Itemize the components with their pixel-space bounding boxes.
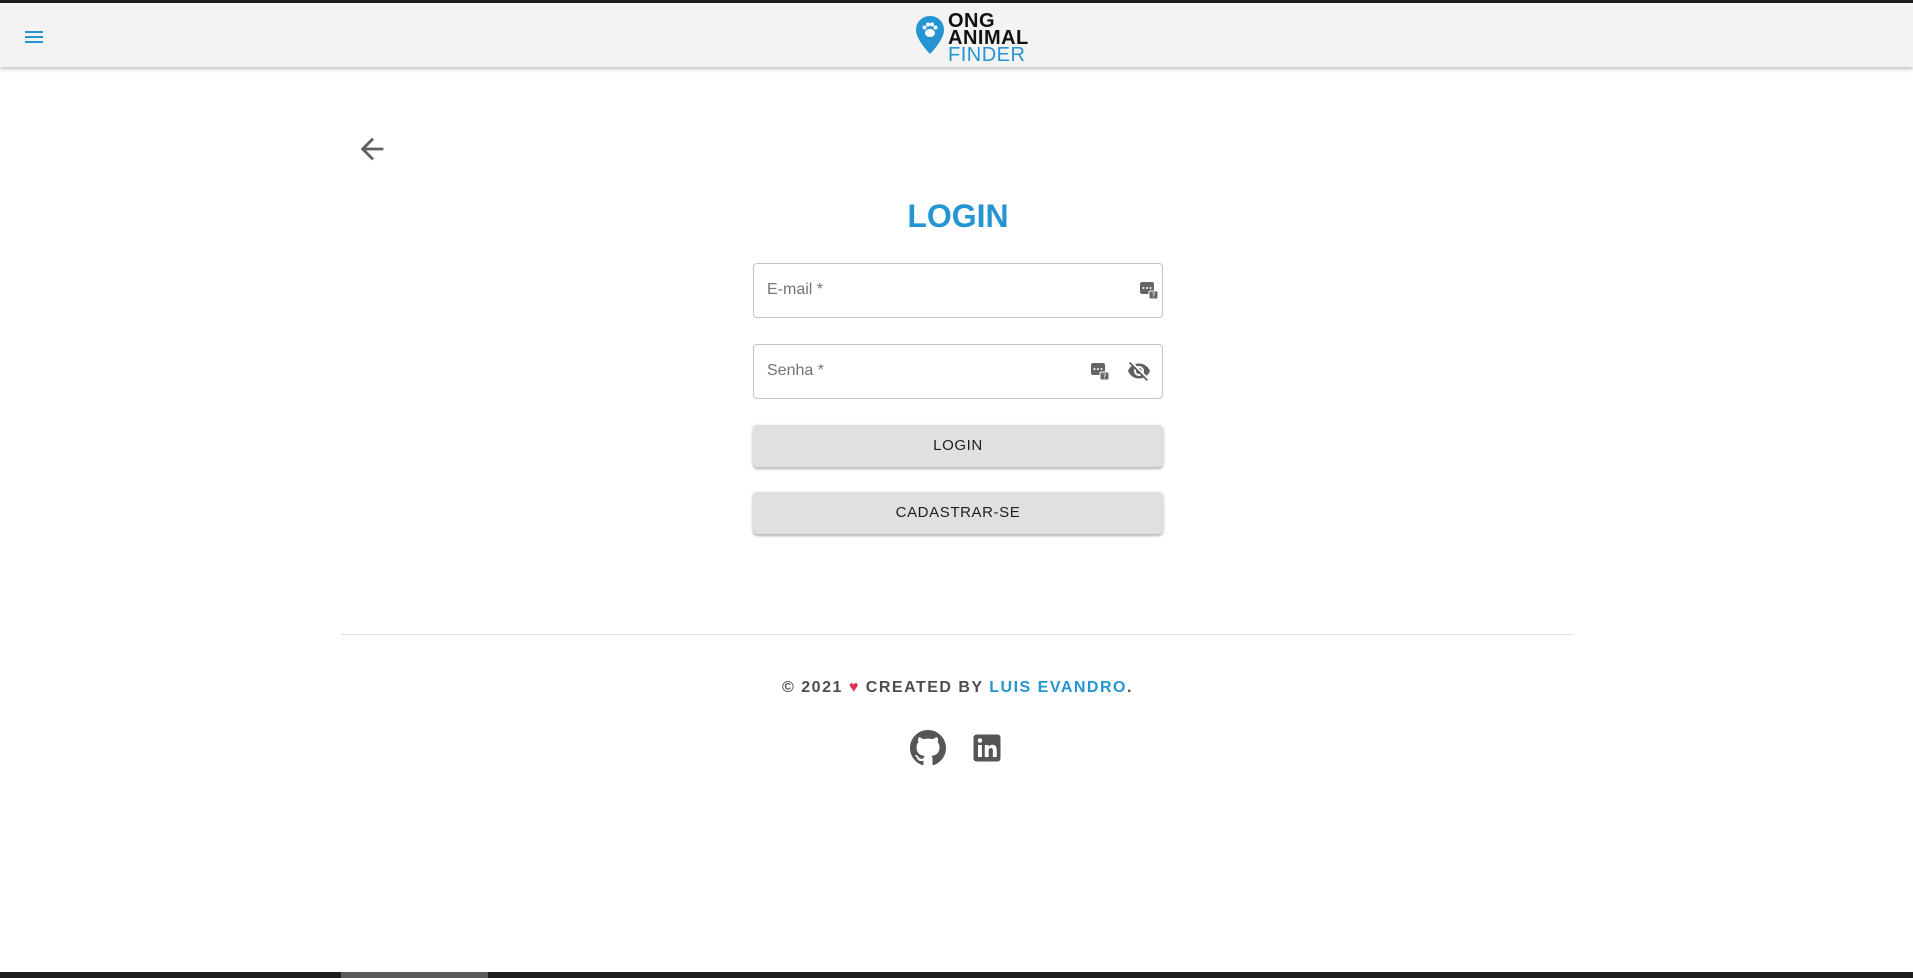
app-bar: ONG ANIMAL FINDER xyxy=(0,3,1913,67)
menu-icon xyxy=(25,31,43,43)
logo[interactable]: ONG ANIMAL FINDER xyxy=(915,9,1045,66)
logo-text-finder: FINDER xyxy=(948,44,1026,66)
copyright-text: © 2021 xyxy=(782,679,843,696)
register-button[interactable]: CADASTRAR-SE xyxy=(753,492,1163,534)
horizontal-scrollbar[interactable] xyxy=(0,972,1913,978)
login-button[interactable]: LOGIN xyxy=(753,425,1163,467)
github-link[interactable] xyxy=(910,730,946,766)
footer-credits: © 2021 ♥ CREATED BY LUIS EVANDRO. xyxy=(341,679,1574,697)
password-placeholder: Senha * xyxy=(767,362,824,379)
linkedin-icon xyxy=(973,734,1001,762)
footer-period: . xyxy=(1126,679,1133,696)
scrollbar-thumb[interactable] xyxy=(341,972,488,978)
password-manager-icon[interactable]: ? xyxy=(1139,280,1159,300)
created-by-text: CREATED BY xyxy=(865,679,984,696)
password-field[interactable]: Senha * ? xyxy=(753,344,1163,399)
menu-button[interactable] xyxy=(22,25,46,49)
linkedin-link[interactable] xyxy=(969,730,1005,766)
github-icon xyxy=(910,730,946,766)
arrow-back-icon xyxy=(360,137,384,161)
author-link[interactable]: LUIS EVANDRO xyxy=(989,679,1127,696)
back-button[interactable] xyxy=(355,132,389,166)
visibility-off-icon[interactable] xyxy=(1127,359,1151,383)
footer-divider xyxy=(341,634,1574,635)
heart-icon: ♥ xyxy=(848,679,860,696)
password-manager-icon[interactable]: ? xyxy=(1090,361,1110,381)
svg-text:?: ? xyxy=(1152,292,1156,300)
email-placeholder: E-mail * xyxy=(767,281,824,298)
svg-text:?: ? xyxy=(1103,373,1107,381)
location-pin-paw-icon xyxy=(916,16,944,54)
email-field[interactable]: E-mail * ? xyxy=(753,263,1163,318)
page-title: LOGIN xyxy=(907,198,1009,234)
